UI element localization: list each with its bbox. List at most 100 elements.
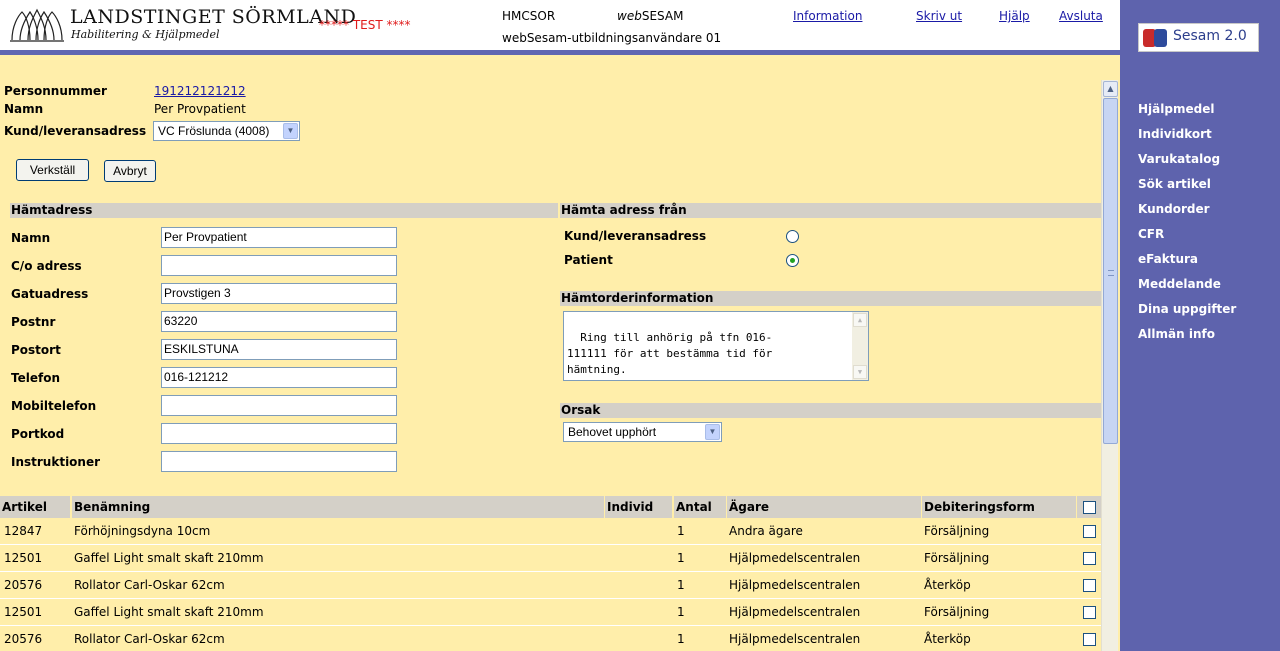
mobile-phone-input[interactable] xyxy=(161,395,397,416)
textarea-scrollbar[interactable]: ▲ ▼ xyxy=(852,312,868,380)
vertical-scrollbar[interactable]: ▲ xyxy=(1101,80,1118,651)
chevron-down-icon[interactable]: ▼ xyxy=(283,123,298,139)
row-checkbox[interactable] xyxy=(1083,579,1096,592)
sidebar-item-hjalpmedel[interactable]: Hjälpmedel xyxy=(1138,102,1214,116)
article-number: 20576 xyxy=(4,578,43,592)
owner: Hjälpmedelscentralen xyxy=(729,551,861,565)
customer-address-value: VC Fröslunda (4008) xyxy=(158,124,270,138)
sidebar: Sesam 2.0 Hjälpmedel Individkort Varukat… xyxy=(1120,0,1280,651)
owner: Andra ägare xyxy=(729,524,803,538)
name-label: Namn xyxy=(4,102,44,116)
owner: Hjälpmedelscentralen xyxy=(729,605,861,619)
co-address-input[interactable] xyxy=(161,255,397,276)
door-code-label: Portkod xyxy=(11,427,65,441)
source-patient-label: Patient xyxy=(564,253,613,267)
test-banner: ***** TEST **** xyxy=(319,18,411,32)
row-checkbox[interactable] xyxy=(1083,606,1096,619)
article-name: Gaffel Light smalt skaft 210mm xyxy=(74,605,264,619)
sesam-logo-text: Sesam 2.0 xyxy=(1173,28,1247,44)
quantity: 1 xyxy=(677,578,685,592)
article-name: Rollator Carl-Oskar 62cm xyxy=(74,632,225,646)
reason-value: Behovet upphört xyxy=(568,425,657,439)
street-address-input[interactable]: Provstigen 3 xyxy=(161,283,397,304)
address-source-title: Hämta adress från xyxy=(560,203,1101,218)
pickup-order-info-text: Ring till anhörig på tfn 016- 111111 för… xyxy=(567,331,773,380)
help-link[interactable]: Hjälp xyxy=(999,9,1030,23)
table-row: 12501 Gaffel Light smalt skaft 210mm 1 H… xyxy=(0,599,1101,626)
pickup-order-info-textarea[interactable]: Ring till anhörig på tfn 016- 111111 för… xyxy=(563,311,869,381)
billing-form: Försäljning xyxy=(924,551,990,565)
logout-link[interactable]: Avsluta xyxy=(1059,9,1103,23)
billing-form: Återköp xyxy=(924,578,971,592)
personnummer-label: Personnummer xyxy=(4,84,107,98)
col-article: Artikel xyxy=(0,496,70,518)
information-link[interactable]: Information xyxy=(793,9,862,23)
personnummer-link[interactable]: 191212121212 xyxy=(154,84,246,98)
print-link[interactable]: Skriv ut xyxy=(916,9,962,23)
source-customer-radio[interactable] xyxy=(786,230,799,243)
row-checkbox[interactable] xyxy=(1083,552,1096,565)
chevron-down-icon[interactable]: ▼ xyxy=(705,424,720,440)
table-row: 20576 Rollator Carl-Oskar 62cm 1 Hjälpme… xyxy=(0,626,1101,651)
quantity: 1 xyxy=(677,551,685,565)
crown-emblem-icon xyxy=(10,8,64,42)
sidebar-item-sok-artikel[interactable]: Sök artikel xyxy=(1138,177,1211,191)
postal-code-input[interactable]: 63220 xyxy=(161,311,397,332)
phone-input[interactable]: 016-121212 xyxy=(161,367,397,388)
scrollbar-thumb[interactable] xyxy=(1103,98,1118,444)
city-input[interactable]: ESKILSTUNA xyxy=(161,339,397,360)
pickup-name-input[interactable]: Per Provpatient xyxy=(161,227,397,248)
scrollbar-grip-icon xyxy=(1108,270,1114,276)
sidebar-item-dina-uppgifter[interactable]: Dina uppgifter xyxy=(1138,302,1236,316)
quantity: 1 xyxy=(677,524,685,538)
user-name: webSesam-utbildningsanvändare 01 xyxy=(502,31,722,45)
sidebar-item-allman-info[interactable]: Allmän info xyxy=(1138,327,1215,341)
row-checkbox[interactable] xyxy=(1083,633,1096,646)
sidebar-item-kundorder[interactable]: Kundorder xyxy=(1138,202,1210,216)
col-individual: Individ xyxy=(605,496,672,518)
article-name: Rollator Carl-Oskar 62cm xyxy=(74,578,225,592)
article-name: Gaffel Light smalt skaft 210mm xyxy=(74,551,264,565)
app-name: webSESAM xyxy=(617,9,683,23)
quantity: 1 xyxy=(677,632,685,646)
article-number: 12501 xyxy=(4,605,43,619)
textarea-scroll-down-icon[interactable]: ▼ xyxy=(853,365,867,379)
postal-code-label: Postnr xyxy=(11,315,56,329)
col-select-all xyxy=(1077,496,1101,518)
sidebar-item-efaktura[interactable]: eFaktura xyxy=(1138,252,1198,266)
door-code-input[interactable] xyxy=(161,423,397,444)
source-patient-radio[interactable] xyxy=(786,254,799,267)
scroll-up-icon[interactable]: ▲ xyxy=(1103,81,1118,97)
sidebar-item-meddelande[interactable]: Meddelande xyxy=(1138,277,1221,291)
select-all-checkbox[interactable] xyxy=(1083,501,1096,514)
textarea-scroll-up-icon[interactable]: ▲ xyxy=(853,313,867,327)
sidebar-item-varukatalog[interactable]: Varukatalog xyxy=(1138,152,1220,166)
logo-title: LANDSTINGET SÖRMLAND xyxy=(70,6,357,28)
pickup-name-label: Namn xyxy=(11,231,51,245)
customer-address-select[interactable]: VC Fröslunda (4008) ▼ xyxy=(153,121,300,141)
billing-form: Återköp xyxy=(924,632,971,646)
city-label: Postort xyxy=(11,343,61,357)
reason-select[interactable]: Behovet upphört ▼ xyxy=(563,422,722,442)
mobile-phone-label: Mobiltelefon xyxy=(11,399,97,413)
row-checkbox[interactable] xyxy=(1083,525,1096,538)
sidebar-item-cfr[interactable]: CFR xyxy=(1138,227,1164,241)
street-address-label: Gatuadress xyxy=(11,287,89,301)
instructions-input[interactable] xyxy=(161,451,397,472)
instructions-label: Instruktioner xyxy=(11,455,101,469)
quantity: 1 xyxy=(677,605,685,619)
customer-address-label: Kund/leveransadress xyxy=(4,124,147,138)
sidebar-item-individkort[interactable]: Individkort xyxy=(1138,127,1212,141)
app-name-prefix: web xyxy=(617,9,642,23)
table-row: 20576 Rollator Carl-Oskar 62cm 1 Hjälpme… xyxy=(0,572,1101,599)
article-number: 12501 xyxy=(4,551,43,565)
cancel-button[interactable]: Avbryt xyxy=(104,160,156,182)
owner: Hjälpmedelscentralen xyxy=(729,632,861,646)
source-customer-label: Kund/leveransadress xyxy=(564,229,707,243)
apply-button[interactable]: Verkställ xyxy=(16,159,89,181)
pickup-order-info-title: Hämtorderinformation xyxy=(560,291,1101,306)
table-row: 12501 Gaffel Light smalt skaft 210mm 1 H… xyxy=(0,545,1101,572)
sesam-logo: Sesam 2.0 xyxy=(1138,23,1259,52)
phone-label: Telefon xyxy=(11,371,60,385)
header: LANDSTINGET SÖRMLAND Habilitering & Hjäl… xyxy=(0,0,1120,50)
